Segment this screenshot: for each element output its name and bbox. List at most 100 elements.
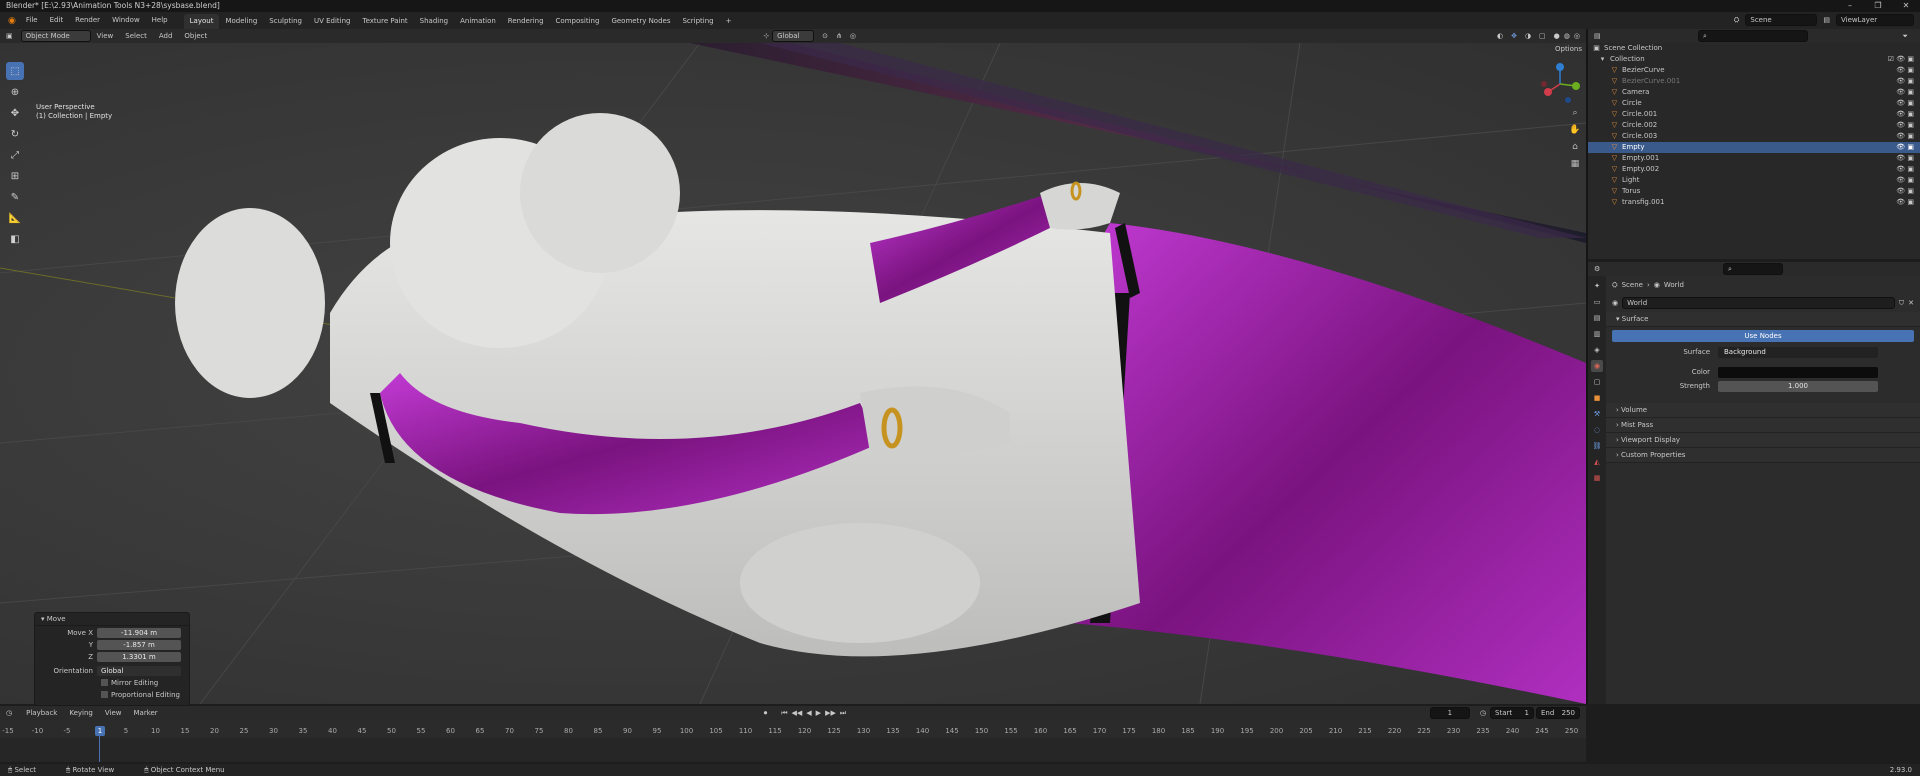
- add-workspace-button[interactable]: +: [720, 14, 738, 29]
- visibility-toggle[interactable]: 👁 ▣: [1896, 131, 1914, 142]
- outliner-editor-icon[interactable]: ▤: [1594, 32, 1601, 40]
- tab-texture-paint[interactable]: Texture Paint: [357, 14, 414, 29]
- jump-start-icon[interactable]: ⏮: [781, 709, 787, 718]
- editor-type-icon[interactable]: ▣: [6, 32, 13, 40]
- render-tab-icon[interactable]: ▭: [1591, 296, 1603, 308]
- outliner-item[interactable]: ▽ Circle.003 👁 ▣: [1588, 131, 1920, 142]
- output-tab-icon[interactable]: ▤: [1591, 312, 1603, 324]
- menu-marker[interactable]: Marker: [127, 705, 163, 722]
- annotate-icon[interactable]: ✎: [6, 188, 24, 206]
- end-frame-field[interactable]: End 250: [1536, 707, 1580, 719]
- timeline-area[interactable]: -15-10-515101520253035404550556065707580…: [0, 720, 1586, 762]
- timeline-editor-icon[interactable]: ◷: [6, 709, 12, 717]
- menu-object[interactable]: Object: [178, 28, 213, 45]
- viewport-display-section[interactable]: › Viewport Display: [1606, 433, 1920, 448]
- outliner-item[interactable]: ▽ BezierCurve 👁 ▣: [1588, 65, 1920, 76]
- shading-material-icon[interactable]: ◍: [1564, 32, 1570, 40]
- xray-icon[interactable]: ▢: [1539, 32, 1546, 40]
- view-layer-field[interactable]: ViewLayer: [1836, 14, 1914, 26]
- current-frame-field[interactable]: 1: [1429, 707, 1470, 719]
- menu-file[interactable]: File: [20, 12, 44, 29]
- record-icon[interactable]: ⏺: [764, 709, 768, 718]
- tab-compositing[interactable]: Compositing: [550, 14, 606, 29]
- tab-layout[interactable]: Layout: [183, 13, 220, 29]
- outliner-item[interactable]: ▽ Empty 👁 ▣: [1588, 142, 1920, 153]
- maximize-button[interactable]: ❐: [1864, 0, 1892, 12]
- move-x-field[interactable]: -11.904 m: [97, 627, 181, 638]
- scene-collection-row[interactable]: ▣ Scene Collection: [1588, 43, 1920, 54]
- filter-icon[interactable]: ⏷: [1902, 32, 1908, 41]
- properties-search-input[interactable]: ⌕: [1723, 263, 1783, 275]
- tab-shading[interactable]: Shading: [414, 14, 454, 29]
- menu-select[interactable]: Select: [119, 28, 153, 45]
- menu-help[interactable]: Help: [146, 12, 174, 29]
- scene-field[interactable]: Scene: [1745, 14, 1818, 26]
- visibility-toggle[interactable]: 👁 ▣: [1896, 76, 1914, 87]
- rotate-icon[interactable]: ↻: [6, 125, 24, 143]
- surface-dropdown[interactable]: Background: [1718, 346, 1878, 358]
- pan-hand-icon[interactable]: ✋: [1568, 125, 1582, 139]
- visibility-toggle[interactable]: 👁 ▣: [1896, 153, 1914, 164]
- next-key-icon[interactable]: ▶▶: [825, 709, 836, 717]
- surface-section[interactable]: ▾ Surface: [1606, 312, 1920, 327]
- move-icon[interactable]: ✥: [6, 104, 24, 122]
- world-name-field[interactable]: World: [1622, 297, 1895, 309]
- collection-tab-icon[interactable]: ▢: [1591, 376, 1603, 388]
- jump-end-icon[interactable]: ⏭: [840, 709, 846, 718]
- tab-uv-editing[interactable]: UV Editing: [308, 14, 357, 29]
- outliner-item[interactable]: ▽ Light 👁 ▣: [1588, 175, 1920, 186]
- outliner-item[interactable]: ▽ BezierCurve.001 👁 ▣: [1588, 76, 1920, 87]
- snap-icon[interactable]: ⋔: [836, 32, 842, 40]
- proportional-icon[interactable]: ◎: [850, 32, 856, 40]
- world-browse-icon[interactable]: ◉: [1612, 299, 1618, 307]
- proportional-checkbox[interactable]: [101, 691, 108, 698]
- prev-key-icon[interactable]: ◀◀: [792, 709, 803, 717]
- tab-modeling[interactable]: Modeling: [219, 14, 263, 29]
- visibility-toggle[interactable]: 👁 ▣: [1896, 109, 1914, 120]
- tab-scripting[interactable]: Scripting: [676, 14, 719, 29]
- pivot-icon[interactable]: ⊙: [822, 32, 828, 40]
- add-cube-icon[interactable]: ◧: [6, 230, 24, 248]
- collection-visibility[interactable]: ☑ 👁 ▣: [1888, 54, 1914, 65]
- navigation-gizmo[interactable]: [1538, 62, 1582, 106]
- world-tab-icon[interactable]: ◉: [1591, 360, 1603, 372]
- visibility-toggle[interactable]: 👁 ▣: [1896, 142, 1914, 153]
- tab-animation[interactable]: Animation: [454, 14, 502, 29]
- volume-section[interactable]: › Volume: [1606, 403, 1920, 418]
- use-nodes-button[interactable]: Use Nodes: [1612, 330, 1914, 342]
- outliner-item[interactable]: ▽ Circle 👁 ▣: [1588, 98, 1920, 109]
- zoom-icon[interactable]: ⌕: [1568, 108, 1582, 122]
- texture-tab-icon[interactable]: ▦: [1591, 472, 1603, 484]
- move-z-field[interactable]: 1.3301 m: [97, 651, 181, 662]
- start-frame-field[interactable]: Start 1: [1490, 707, 1534, 719]
- view-layer-tab-icon[interactable]: ▥: [1591, 328, 1603, 340]
- tab-sculpting[interactable]: Sculpting: [263, 14, 308, 29]
- move-y-field[interactable]: -1.857 m: [97, 639, 181, 650]
- visibility-toggle[interactable]: 👁 ▣: [1896, 65, 1914, 76]
- gizmo-icon[interactable]: ✥: [1511, 32, 1517, 40]
- measure-icon[interactable]: 📐: [6, 209, 24, 227]
- shading-solid-icon[interactable]: ●: [1554, 32, 1560, 40]
- visibility-toggle[interactable]: 👁 ▣: [1896, 197, 1914, 208]
- outliner-item[interactable]: ▽ transfig.001 👁 ▣: [1588, 197, 1920, 208]
- blender-logo-icon[interactable]: ◉: [4, 16, 20, 26]
- menu-render[interactable]: Render: [69, 12, 106, 29]
- outliner-item[interactable]: ▽ Circle.002 👁 ▣: [1588, 120, 1920, 131]
- minimize-button[interactable]: –: [1836, 0, 1864, 12]
- preview-range-icon[interactable]: ◷: [1480, 709, 1486, 717]
- outliner-item[interactable]: ▽ Empty.001 👁 ▣: [1588, 153, 1920, 164]
- options-button[interactable]: Options: [1555, 45, 1582, 53]
- constraint-tab-icon[interactable]: ⛓: [1591, 440, 1603, 452]
- outliner-item[interactable]: ▽ Circle.001 👁 ▣: [1588, 109, 1920, 120]
- shading-rendered-icon[interactable]: ◎: [1574, 32, 1580, 40]
- modifier-tab-icon[interactable]: ⚒: [1591, 408, 1603, 420]
- data-tab-icon[interactable]: ◭: [1591, 456, 1603, 468]
- menu-add[interactable]: Add: [153, 28, 179, 45]
- playhead[interactable]: 1: [95, 726, 105, 736]
- menu-window[interactable]: Window: [106, 12, 146, 29]
- tab-rendering[interactable]: Rendering: [502, 14, 550, 29]
- menu-keying[interactable]: Keying: [63, 705, 99, 722]
- camera-icon[interactable]: ⌂: [1568, 142, 1582, 156]
- select-box-icon[interactable]: ⬚: [6, 62, 24, 80]
- strength-field[interactable]: 1.000: [1718, 380, 1878, 392]
